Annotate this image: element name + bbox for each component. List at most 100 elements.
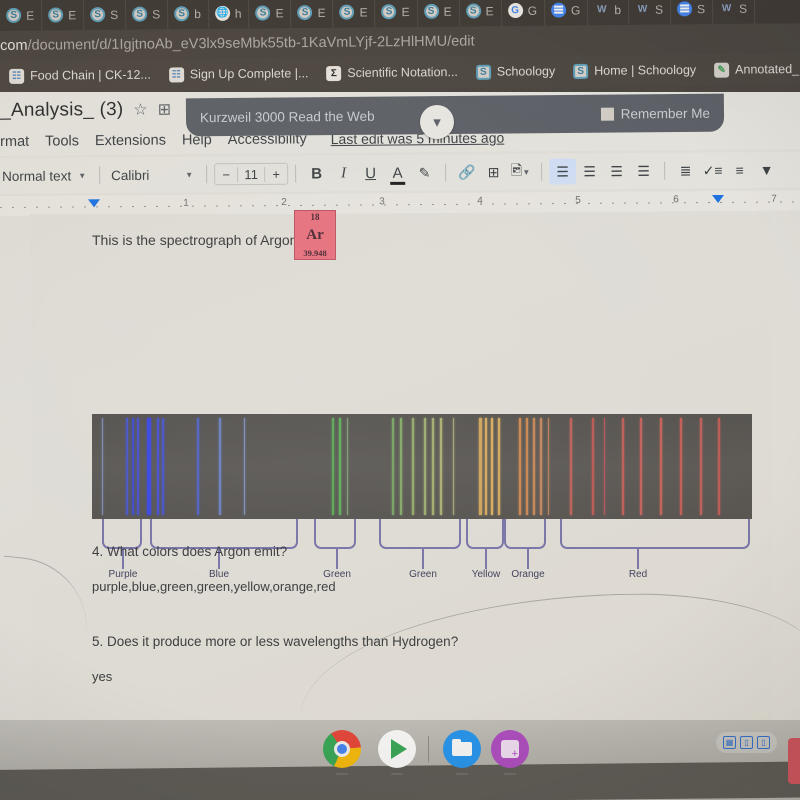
bold-button[interactable]: B [303, 160, 330, 186]
chevron-down-icon: ▼ [522, 167, 531, 177]
browser-tab-label: E [26, 8, 35, 23]
font-size-value[interactable]: 11 [237, 166, 266, 182]
docs-toolbar[interactable]: Normal text ▼ Calibri ▼ − 11 + B I U A ✎… [0, 151, 800, 194]
browser-tab[interactable]: G [544, 0, 589, 26]
link-icon[interactable]: 🔗 [453, 159, 480, 185]
line-spacing-icon[interactable]: ≣ [672, 158, 699, 184]
align-justify-icon[interactable]: ☰ [630, 158, 657, 184]
bookmark-item[interactable]: ☷ Food Chain | CK-12... [0, 67, 160, 84]
browser-tab[interactable]: S [670, 0, 714, 25]
italic-button[interactable]: I [330, 160, 357, 186]
left-indent-marker[interactable] [88, 199, 101, 208]
question-4: 4. What colors does Argon emit? [92, 544, 712, 559]
align-left-icon[interactable]: ☰ [549, 158, 577, 185]
answer-4[interactable]: purple,blue,green,green,yellow,orange,re… [92, 579, 712, 594]
answer-5[interactable]: yes [92, 669, 712, 684]
emission-line [491, 418, 494, 515]
browser-tab[interactable]: SE [249, 0, 292, 29]
checklist-icon[interactable]: ✓≡ [699, 157, 726, 183]
browser-tab[interactable]: SE [459, 0, 502, 27]
increase-font-size-button[interactable]: + [265, 166, 287, 181]
menu-item-extensions[interactable]: Extensions [95, 133, 166, 150]
docs-ruler[interactable]: 1 2 3 4 5 6 7 [0, 190, 800, 216]
bookmark-label: Home | Schoology [594, 62, 697, 78]
word-icon: W [721, 2, 732, 15]
underline-button[interactable]: U [357, 160, 384, 186]
bookmark-item[interactable]: S Schoology [467, 64, 565, 80]
move-to-folder-icon[interactable]: ⊞ [158, 100, 172, 120]
more-options-icon[interactable]: ▼ [753, 157, 780, 183]
emission-line [432, 418, 434, 515]
remember-me-checkbox[interactable] [600, 107, 614, 121]
toolbar-divider [541, 162, 543, 181]
schoology-icon: S [6, 7, 22, 23]
kurzweil-toolbar[interactable]: Kurzweil 3000 Read the Web Remember Me [185, 93, 725, 137]
emission-line [219, 418, 221, 515]
decrease-font-size-button[interactable]: − [215, 167, 237, 182]
question-text: 4. What colors does Argon emit? [92, 544, 288, 559]
paragraph-style-dropdown[interactable]: Normal text ▼ [0, 162, 92, 189]
bookmarks-bar[interactable]: ☷ Food Chain | CK-12... ☷ Sign Up Complete … [0, 52, 800, 92]
emission-line [157, 418, 159, 515]
insert-image-icon[interactable]: 🖻 ▼ [507, 159, 534, 185]
play-store-icon[interactable] [378, 730, 416, 768]
align-center-icon[interactable]: ☰ [576, 158, 603, 184]
document-page: This is the spectrograph of Argon 18 Ar … [30, 210, 772, 720]
battery-icon: ▯ [740, 736, 753, 749]
question-text: 5. Does it produce more or less waveleng… [92, 634, 459, 649]
browser-tab[interactable]: SS [84, 0, 127, 31]
browser-tab-label: E [275, 5, 284, 20]
bookmark-item[interactable]: ✎ Annotated_P [705, 61, 800, 78]
add-comment-icon[interactable]: ⊞ [480, 159, 507, 185]
browser-tab[interactable]: WS [628, 0, 672, 25]
browser-tab[interactable]: GG [501, 0, 546, 27]
browser-tab[interactable]: SE [417, 0, 460, 27]
emission-line [162, 418, 165, 515]
browser-tab[interactable]: SE [333, 0, 376, 28]
menu-item-rmat[interactable]: rmat [0, 134, 29, 150]
align-right-icon[interactable]: ☰ [603, 158, 630, 184]
files-icon[interactable] [443, 730, 481, 768]
browser-tab[interactable]: 🌐 h [208, 0, 250, 29]
star-icon[interactable]: ☆ [133, 100, 148, 120]
schoology-icon: S [423, 3, 439, 19]
emission-line [526, 418, 528, 515]
chevron-down-icon[interactable]: ▾ [420, 105, 454, 139]
menu-item-tools[interactable]: Tools [45, 133, 79, 149]
emission-line [412, 418, 414, 515]
text-color-button[interactable]: A [384, 160, 411, 186]
bookmark-item[interactable]: ☷ Sign Up Complete |... [160, 66, 318, 83]
emission-line [137, 418, 139, 515]
network-icon: ▦ [723, 736, 736, 749]
browser-tab[interactable]: SS [126, 0, 169, 30]
browser-tab[interactable]: SE [42, 0, 85, 31]
emission-line [680, 418, 682, 515]
sigma-icon: Σ [326, 65, 342, 81]
browser-tab[interactable]: SE [375, 0, 418, 28]
status-tray[interactable]: ▦ ▯ ▯ [716, 732, 777, 753]
photos-app-icon[interactable] [491, 730, 529, 768]
browser-tab[interactable]: Sb [168, 0, 210, 30]
browser-tab[interactable]: SE [291, 0, 334, 29]
schoology-icon: S [339, 4, 355, 20]
word-icon: W [637, 3, 648, 15]
bulleted-list-icon[interactable]: ≡ [726, 157, 753, 183]
bookmark-item[interactable]: S Home | Schoology [564, 62, 705, 79]
answer-text: yes [92, 669, 113, 684]
browser-tab[interactable]: Wb [588, 0, 630, 26]
atomic-mass: 39.948 [303, 248, 327, 258]
font-family-dropdown[interactable]: Calibri ▼ [107, 161, 199, 188]
bookmark-item[interactable]: Σ Scientific Notation... [317, 64, 467, 81]
page-title[interactable]: _Analysis_ (3) [0, 99, 123, 122]
font-size-stepper[interactable]: − 11 + [214, 162, 289, 186]
right-indent-marker[interactable] [712, 194, 725, 204]
font-family-label: Calibri [111, 167, 150, 183]
emission-line [479, 418, 482, 515]
browser-tab[interactable]: WS [712, 0, 756, 25]
highlighter-icon[interactable]: ✎ [411, 160, 438, 186]
emission-line [332, 418, 334, 515]
browser-tab-label: E [359, 4, 368, 20]
browser-tab[interactable]: SE [0, 0, 43, 31]
chrome-icon[interactable] [323, 730, 361, 768]
browser-tab-label: S [152, 6, 161, 22]
